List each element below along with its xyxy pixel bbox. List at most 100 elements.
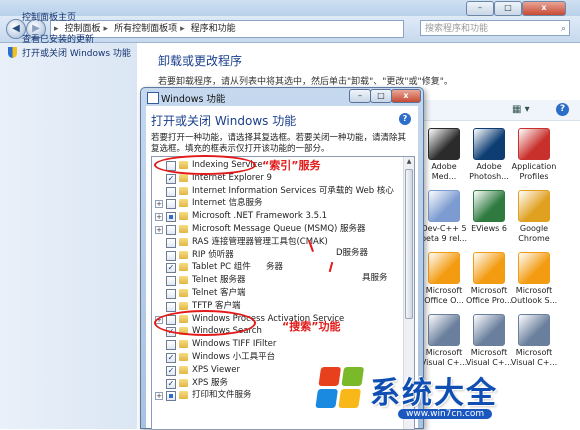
folder-icon bbox=[179, 378, 188, 387]
breadcrumb-item-all-items[interactable]: 所有控制面板项 bbox=[114, 24, 177, 34]
highlight-oval-search bbox=[154, 310, 256, 336]
feature-row[interactable]: Windows TIFF IFilter bbox=[152, 339, 402, 351]
program-item[interactable]: Microsoft Visual C+... bbox=[508, 314, 560, 368]
feature-label: Windows TIFF IFilter bbox=[192, 339, 277, 350]
program-icon bbox=[518, 128, 550, 160]
folder-icon bbox=[179, 237, 188, 246]
feature-checkbox[interactable] bbox=[166, 391, 176, 402]
program-icon bbox=[518, 314, 550, 346]
watermark-url: www.win7cn.com bbox=[398, 409, 493, 419]
overlay-fragment: 具服务 bbox=[362, 273, 388, 283]
program-icon bbox=[473, 314, 505, 346]
breadcrumb[interactable]: ▸ 控制面板 ▸ 所有控制面板项 ▸ 程序和功能 bbox=[50, 20, 404, 38]
feature-label: Microsoft .NET Framework 3.5.1 bbox=[192, 211, 328, 222]
feature-checkbox[interactable]: ✓ bbox=[166, 378, 176, 389]
windows-features-link[interactable]: 打开或关闭 Windows 功能 bbox=[22, 46, 131, 59]
feature-label: Tablet PC 组件 bbox=[192, 262, 251, 273]
feature-checkbox[interactable] bbox=[166, 199, 176, 210]
feature-label: Internet Information Services 可承载的 Web 核… bbox=[192, 185, 394, 196]
feature-label: RAS 连接管理器管理工具包(CMAK) bbox=[192, 236, 328, 247]
left-navigation-pane bbox=[0, 43, 137, 429]
search-icon: ⌕ bbox=[560, 24, 566, 34]
program-icon bbox=[518, 252, 550, 284]
windows-logo-icon bbox=[315, 367, 367, 411]
folder-icon bbox=[179, 353, 188, 361]
feature-checkbox[interactable] bbox=[166, 289, 176, 299]
feature-checkbox[interactable] bbox=[166, 301, 176, 312]
feature-checkbox[interactable]: ✓ bbox=[166, 365, 176, 376]
feature-row[interactable]: + Microsoft .NET Framework 3.5.1 bbox=[152, 211, 402, 223]
feature-label: Telnet 服务器 bbox=[192, 275, 246, 286]
dialog-title: Windows 功能 bbox=[161, 94, 226, 105]
feature-row[interactable]: + Microsoft Message Queue (MSMQ) 服务器 bbox=[152, 224, 402, 235]
feature-checkbox[interactable] bbox=[166, 340, 176, 351]
feature-checkbox[interactable] bbox=[166, 212, 176, 223]
scrollbar-thumb[interactable] bbox=[405, 169, 413, 319]
window-titlebar: – □ x bbox=[0, 0, 580, 16]
program-icon bbox=[428, 128, 460, 160]
dialog-minimize-button[interactable]: – bbox=[349, 89, 371, 103]
feature-row[interactable]: + Internet 信息服务 bbox=[152, 198, 402, 210]
breadcrumb-item-programs[interactable]: 程序和功能 bbox=[191, 24, 236, 34]
feature-checkbox[interactable]: ✓ bbox=[166, 263, 176, 274]
program-label: Microsoft Outlook S... bbox=[510, 286, 558, 305]
feature-row[interactable]: ✓ Windows 小工具平台 bbox=[152, 352, 402, 363]
program-label: Google Chrome bbox=[518, 224, 550, 243]
program-label: Microsoft Visual C+... bbox=[510, 348, 558, 367]
program-icon bbox=[428, 314, 460, 346]
view-options-icon[interactable]: ▦ ▾ bbox=[512, 104, 530, 115]
page-description: 若要卸载程序，请从列表中将其选中，然后单击"卸载"、"更改"或"修复"。 bbox=[158, 77, 453, 87]
expand-icon[interactable]: + bbox=[155, 213, 163, 222]
close-button[interactable]: x bbox=[522, 1, 566, 16]
feature-checkbox[interactable] bbox=[166, 250, 176, 261]
program-item[interactable]: Google Chrome bbox=[508, 190, 560, 244]
folder-icon bbox=[179, 365, 188, 374]
feature-row[interactable]: Internet Information Services 可承载的 Web 核… bbox=[152, 186, 402, 197]
help-icon[interactable]: ? bbox=[399, 113, 411, 125]
feature-checkbox[interactable] bbox=[166, 225, 176, 235]
scroll-up-icon[interactable]: ▲ bbox=[404, 157, 414, 167]
window-icon bbox=[147, 92, 159, 104]
watermark-text: 系统大全 bbox=[370, 376, 498, 411]
program-item[interactable]: Microsoft Outlook S... bbox=[508, 252, 560, 306]
help-icon[interactable]: ? bbox=[556, 103, 569, 116]
folder-icon bbox=[179, 173, 188, 182]
feature-label: Microsoft Message Queue (MSMQ) 服务器 bbox=[192, 224, 366, 234]
feature-row[interactable]: + 打印和文件服务 bbox=[152, 390, 402, 402]
feature-label: XPS 服务 bbox=[192, 377, 229, 388]
feature-label: Telnet 客户端 bbox=[192, 288, 246, 298]
folder-icon bbox=[179, 263, 188, 272]
feature-label: Windows 小工具平台 bbox=[192, 352, 276, 362]
highlight-oval-indexing bbox=[154, 155, 256, 175]
annotation-search: “搜索”功能 bbox=[282, 320, 341, 333]
program-item[interactable]: Application Profiles bbox=[508, 128, 560, 182]
minimize-button[interactable]: – bbox=[466, 1, 494, 16]
folder-icon bbox=[179, 340, 188, 349]
program-icon bbox=[473, 190, 505, 222]
folder-icon bbox=[179, 212, 188, 221]
feature-checkbox[interactable]: ✓ bbox=[166, 353, 176, 363]
expand-icon[interactable]: + bbox=[155, 392, 163, 401]
folder-icon bbox=[179, 186, 188, 195]
feature-checkbox[interactable] bbox=[166, 276, 176, 287]
maximize-button[interactable]: □ bbox=[494, 1, 522, 16]
dialog-close-button[interactable]: x bbox=[391, 89, 421, 103]
annotation-indexing: “索引”服务 bbox=[262, 159, 321, 172]
folder-icon bbox=[179, 301, 188, 310]
installed-updates-link[interactable]: 查看已安装的更新 bbox=[22, 32, 94, 45]
feature-checkbox[interactable] bbox=[166, 186, 176, 197]
expand-icon[interactable]: + bbox=[155, 200, 163, 209]
dialog-maximize-button[interactable]: □ bbox=[370, 89, 392, 103]
feature-checkbox[interactable]: ✓ bbox=[166, 173, 176, 184]
search-placeholder: 搜索程序和功能 bbox=[425, 24, 489, 34]
expand-icon[interactable]: + bbox=[155, 226, 163, 234]
feature-row[interactable]: Telnet 客户端 bbox=[152, 288, 402, 299]
control-panel-home-link[interactable]: 控制面板主页 bbox=[22, 10, 76, 23]
feature-label: Internet 信息服务 bbox=[192, 198, 263, 209]
search-input[interactable]: 搜索程序和功能 ⌕ bbox=[420, 20, 570, 36]
breadcrumb-separator: ▸ bbox=[180, 24, 185, 34]
program-label: Application Profiles bbox=[511, 162, 557, 181]
program-icon bbox=[518, 190, 550, 222]
feature-checkbox[interactable] bbox=[166, 237, 176, 248]
dialog-heading: 打开或关闭 Windows 功能 bbox=[151, 114, 297, 128]
